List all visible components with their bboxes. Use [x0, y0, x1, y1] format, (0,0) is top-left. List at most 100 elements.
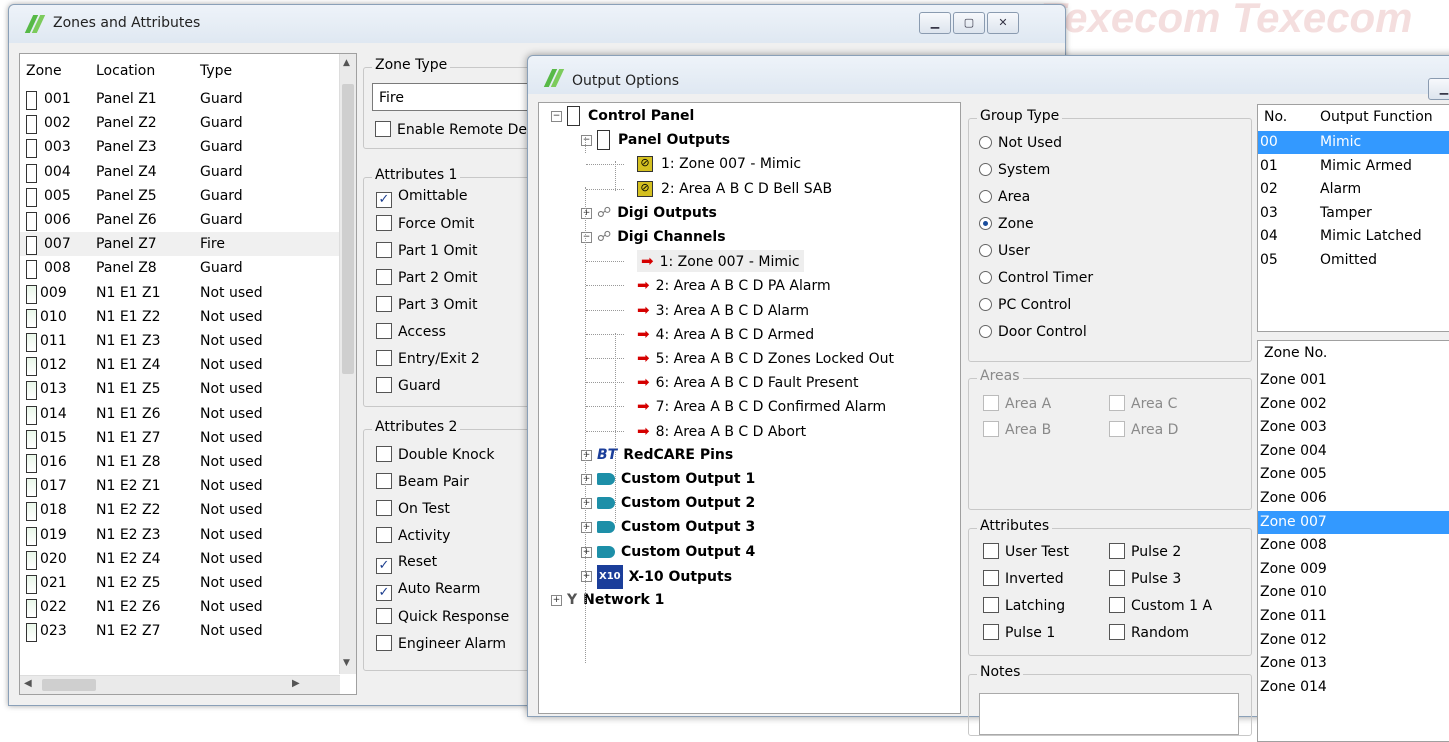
- notes-textarea[interactable]: [979, 693, 1239, 735]
- tree-node[interactable]: ☍ Digi Channels: [597, 226, 726, 248]
- expand-icon[interactable]: +: [581, 522, 592, 534]
- zone-row[interactable]: 004 Panel Z4 Guard: [20, 160, 340, 184]
- zone-row[interactable]: 007 Panel Z7 Fire: [20, 232, 340, 257]
- checkbox-part-1-omit[interactable]: Part 1 Omit: [376, 242, 477, 264]
- checkbox-auto-rearm[interactable]: ✓ Auto Rearm: [376, 581, 480, 603]
- zone-row[interactable]: 002 Panel Z2 Guard: [20, 111, 340, 135]
- radio-system[interactable]: System: [979, 162, 1050, 184]
- checkbox-part-2-omit[interactable]: Part 2 Omit: [376, 269, 477, 291]
- checkbox-guard[interactable]: Guard: [376, 377, 441, 399]
- tree-node[interactable]: BT RedCARE Pins: [597, 444, 733, 466]
- zones-vertical-scrollbar[interactable]: ▲ ▼: [339, 54, 356, 674]
- zone-row[interactable]: 020 N1 E2 Z4 Not used: [20, 547, 340, 571]
- tree-node[interactable]: Custom Output 2: [597, 492, 755, 514]
- zone-row[interactable]: 022 N1 E2 Z6 Not used: [20, 595, 340, 619]
- zone-row[interactable]: 013 N1 E1 Z5 Not used: [20, 377, 340, 401]
- tree-node[interactable]: Panel Outputs: [597, 129, 730, 151]
- tree-node[interactable]: ➡ 1: Zone 007 - Mimic: [637, 250, 804, 273]
- zone-number-row[interactable]: Zone 005: [1258, 463, 1449, 486]
- tree-node[interactable]: Y Network 1: [567, 589, 664, 611]
- scroll-down-icon[interactable]: ▼: [343, 658, 350, 668]
- tree-node[interactable]: Control Panel: [567, 105, 694, 127]
- column-header-type[interactable]: Type: [200, 63, 232, 79]
- zone-row[interactable]: 011 N1 E1 Z3 Not used: [20, 329, 340, 353]
- checkbox-pulse-3[interactable]: Pulse 3: [1109, 570, 1181, 592]
- zone-row[interactable]: 009 N1 E1 Z1 Not used: [20, 281, 340, 305]
- zone-row[interactable]: 019 N1 E2 Z3 Not used: [20, 523, 340, 547]
- zone-row[interactable]: 008 Panel Z8 Guard: [20, 256, 340, 280]
- checkbox-force-omit[interactable]: Force Omit: [376, 215, 474, 237]
- collapse-icon[interactable]: −: [551, 111, 562, 122]
- tree-node[interactable]: ➡ 2: Area A B C D PA Alarm: [637, 274, 831, 296]
- scrollbar-thumb-horizontal[interactable]: [42, 679, 96, 691]
- zone-row[interactable]: 010 N1 E1 Z2 Not used: [20, 305, 340, 329]
- output-function-row[interactable]: 03 Tamper: [1258, 202, 1449, 225]
- expand-icon[interactable]: +: [581, 474, 592, 485]
- expand-icon[interactable]: +: [581, 546, 592, 558]
- zone-number-row[interactable]: Zone 013: [1258, 652, 1449, 675]
- output-function-row[interactable]: 05 Omitted: [1258, 249, 1449, 272]
- zone-row[interactable]: 003 Panel Z3 Guard: [20, 135, 340, 159]
- expand-icon[interactable]: +: [581, 207, 592, 219]
- zone-row[interactable]: 023 N1 E2 Z7 Not used: [20, 619, 340, 643]
- checkbox-area-d[interactable]: Area D: [1109, 421, 1178, 443]
- expand-icon[interactable]: +: [551, 595, 562, 606]
- tree-node[interactable]: ⊘ 1: Zone 007 - Mimic: [637, 153, 801, 175]
- checkbox-double-knock[interactable]: Double Knock: [376, 446, 494, 468]
- checkbox-activity[interactable]: Activity: [376, 527, 450, 549]
- zone-number-row[interactable]: Zone 009: [1258, 558, 1449, 581]
- collapse-icon[interactable]: −: [581, 135, 592, 147]
- tree-node[interactable]: ➡ 8: Area A B C D Abort: [637, 420, 806, 442]
- output-function-row[interactable]: 04 Mimic Latched: [1258, 225, 1449, 248]
- column-header-output-function[interactable]: Output Function: [1320, 109, 1433, 125]
- checkbox-area-a[interactable]: Area A: [983, 395, 1051, 417]
- zones-titlebar[interactable]: Zones and Attributes ▁ ▢ ✕: [9, 5, 1065, 43]
- tree-node[interactable]: ➡ 6: Area A B C D Fault Present: [637, 371, 858, 393]
- output-function-list[interactable]: No. Output Function 00 Mimic 01 Mimic Armed…: [1257, 104, 1449, 332]
- zone-row[interactable]: 012 N1 E1 Z4 Not used: [20, 353, 340, 377]
- minimize-button[interactable]: ▁: [1428, 78, 1449, 100]
- column-header-location[interactable]: Location: [96, 63, 155, 79]
- output-tree[interactable]: − Control Panel − Panel Outputs ⊘ 1: Zone 007…: [538, 102, 961, 714]
- tree-node[interactable]: X10 X-10 Outputs: [597, 564, 732, 589]
- tree-node[interactable]: ☍ Digi Outputs: [597, 202, 717, 224]
- zones-horizontal-scrollbar[interactable]: ◀ ▶: [20, 675, 340, 694]
- output-titlebar[interactable]: Output Options ▁: [528, 56, 1449, 100]
- close-button[interactable]: ✕: [987, 12, 1019, 34]
- radio-user[interactable]: User: [979, 243, 1030, 265]
- minimize-button[interactable]: ▁: [919, 12, 951, 34]
- zone-number-row[interactable]: Zone 014: [1258, 676, 1449, 699]
- scrollbar-thumb[interactable]: [342, 84, 354, 374]
- radio-zone[interactable]: Zone: [979, 216, 1034, 238]
- zone-row[interactable]: 005 Panel Z5 Guard: [20, 184, 340, 208]
- checkbox-access[interactable]: Access: [376, 323, 446, 345]
- checkbox-user-test[interactable]: User Test: [983, 543, 1069, 565]
- tree-node[interactable]: ⊘ 2: Area A B C D Bell SAB: [637, 178, 832, 200]
- checkbox-latching[interactable]: Latching: [983, 597, 1065, 619]
- tree-node[interactable]: Custom Output 3: [597, 516, 755, 538]
- expand-icon[interactable]: +: [581, 449, 592, 461]
- checkbox-area-b[interactable]: Area B: [983, 421, 1051, 443]
- zone-row[interactable]: 001 Panel Z1 Guard: [20, 87, 340, 111]
- tree-node[interactable]: ➡ 5: Area A B C D Zones Locked Out: [637, 347, 894, 369]
- output-function-row[interactable]: 02 Alarm: [1258, 178, 1449, 201]
- checkbox-custom-1-a[interactable]: Custom 1 A: [1109, 597, 1212, 619]
- expand-icon[interactable]: +: [581, 498, 592, 510]
- checkbox-engineer-alarm[interactable]: Engineer Alarm: [376, 635, 506, 657]
- checkbox-entry-exit-2[interactable]: Entry/Exit 2: [376, 350, 480, 372]
- zone-number-row[interactable]: Zone 006: [1258, 487, 1449, 510]
- zone-number-list[interactable]: Zone No. Zone 001 Zone 002 Zone 003 Zone 00…: [1257, 340, 1449, 742]
- zone-number-row[interactable]: Zone 002: [1258, 393, 1449, 416]
- scroll-left-icon[interactable]: ◀: [24, 678, 32, 689]
- radio-door-control[interactable]: Door Control: [979, 324, 1087, 346]
- checkbox-area-c[interactable]: Area C: [1109, 395, 1177, 417]
- checkbox-random[interactable]: Random: [1109, 624, 1189, 646]
- zone-number-row[interactable]: Zone 012: [1258, 629, 1449, 652]
- zone-number-row[interactable]: Zone 010: [1258, 581, 1449, 604]
- scroll-up-icon[interactable]: ▲: [343, 58, 350, 68]
- zone-row[interactable]: 015 N1 E1 Z7 Not used: [20, 426, 340, 450]
- column-header-no[interactable]: No.: [1264, 109, 1287, 125]
- tree-node[interactable]: ➡ 4: Area A B C D Armed: [637, 323, 814, 345]
- tree-node[interactable]: Custom Output 4: [597, 541, 755, 563]
- checkbox-beam-pair[interactable]: Beam Pair: [376, 473, 469, 495]
